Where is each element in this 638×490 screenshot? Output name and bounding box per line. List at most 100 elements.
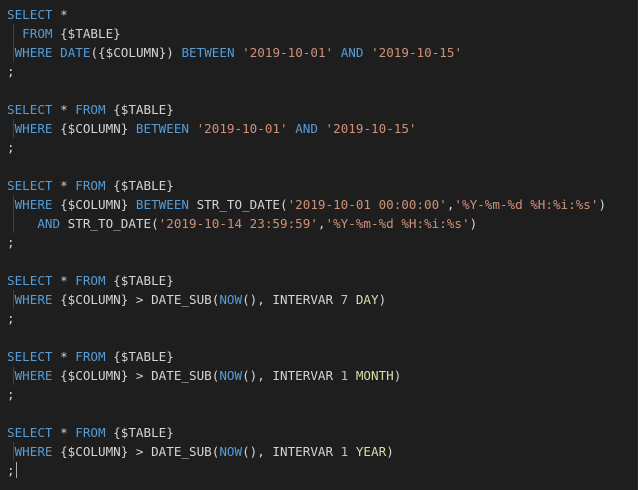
code-token-text: ) bbox=[378, 292, 387, 307]
code-token-text: * bbox=[52, 102, 76, 117]
code-token-function: MONTH bbox=[355, 368, 394, 383]
code-token-text: ; bbox=[7, 140, 15, 155]
code-line[interactable]: ; bbox=[7, 233, 606, 252]
text-cursor bbox=[15, 462, 17, 478]
code-token-text: STR_TO_DATE( bbox=[60, 216, 159, 231]
code-token-text: {$COLUMN} > DATE_SUB( bbox=[52, 368, 220, 383]
code-token-keyword: AND bbox=[37, 216, 61, 231]
code-line[interactable]: SELECT * bbox=[7, 5, 606, 24]
code-token-string: '2019-10-14 23:59:59' bbox=[158, 216, 318, 231]
code-token-text: ) bbox=[386, 444, 394, 459]
code-token-keyword: FROM bbox=[75, 349, 106, 364]
code-token-keyword: SELECT bbox=[7, 273, 53, 288]
code-line[interactable]: ​ bbox=[7, 328, 606, 347]
indent-guide bbox=[13, 442, 14, 461]
code-line[interactable]: SELECT * FROM {$TABLE} bbox=[7, 271, 606, 290]
code-token-keyword: SELECT bbox=[7, 102, 53, 117]
code-token-keyword: SELECT bbox=[7, 178, 53, 193]
code-line[interactable]: WHERE {$COLUMN} > DATE_SUB(NOW(), INTERV… bbox=[7, 442, 606, 461]
code-token-keyword: NOW bbox=[219, 292, 243, 307]
code-token-text: ; bbox=[7, 311, 15, 326]
indent-guide bbox=[13, 195, 14, 214]
code-token-string: '2019-10-15' bbox=[371, 45, 463, 60]
code-token-keyword: AND bbox=[295, 121, 318, 136]
code-token-keyword: NOW bbox=[219, 368, 243, 383]
code-token-keyword: SELECT bbox=[7, 7, 53, 22]
code-line[interactable]: ; bbox=[7, 461, 606, 480]
code-line[interactable]: ; bbox=[7, 62, 606, 81]
code-token-text: {$TABLE} bbox=[52, 26, 121, 41]
code-token-keyword: BETWEEN bbox=[135, 197, 189, 212]
indent-guide bbox=[13, 290, 14, 309]
code-token-text: * bbox=[52, 178, 76, 193]
code-token-text: ; bbox=[7, 64, 15, 79]
code-line[interactable]: SELECT * FROM {$TABLE} bbox=[7, 347, 606, 366]
code-token-text: * bbox=[52, 273, 76, 288]
indent-guide bbox=[13, 214, 14, 233]
code-token-text: ) bbox=[469, 216, 478, 231]
code-token-text: , bbox=[317, 216, 326, 231]
code-token-text: * bbox=[52, 7, 68, 22]
code-token-keyword: WHERE bbox=[14, 292, 53, 307]
code-token-text: ({$COLUMN}) bbox=[90, 45, 182, 60]
code-line[interactable]: WHERE {$COLUMN} > DATE_SUB(NOW(), INTERV… bbox=[7, 290, 606, 309]
code-token-keyword: FROM bbox=[75, 425, 106, 440]
code-line[interactable]: WHERE {$COLUMN} BETWEEN STR_TO_DATE('201… bbox=[7, 195, 606, 214]
code-token-text: ; bbox=[7, 387, 15, 402]
code-token-text: (), INTERVAR bbox=[242, 368, 341, 383]
code-token-keyword: SELECT bbox=[7, 349, 53, 364]
code-line[interactable]: WHERE {$COLUMN} BETWEEN '2019-10-01' AND… bbox=[7, 119, 606, 138]
code-token-function: DAY bbox=[355, 292, 379, 307]
code-token-keyword: WHERE bbox=[14, 121, 53, 136]
code-line[interactable]: SELECT * FROM {$TABLE} bbox=[7, 423, 606, 442]
code-line[interactable]: ​ bbox=[7, 81, 606, 100]
code-area[interactable]: SELECT * FROM {$TABLE} WHERE DATE({$COLU… bbox=[7, 5, 606, 480]
code-token-string: '2019-10-01' bbox=[196, 121, 288, 136]
code-line[interactable]: ​ bbox=[7, 404, 606, 423]
code-token-text: {$TABLE} bbox=[105, 102, 174, 117]
code-token-keyword: BETWEEN bbox=[135, 121, 189, 136]
code-line[interactable]: ; bbox=[7, 138, 606, 157]
code-token-keyword: AND bbox=[340, 45, 364, 60]
code-token-keyword: FROM bbox=[75, 273, 106, 288]
code-line[interactable]: ; bbox=[7, 385, 606, 404]
code-token-text: ; bbox=[7, 235, 15, 250]
code-line[interactable]: ; bbox=[7, 309, 606, 328]
code-token-keyword: NOW bbox=[219, 444, 243, 459]
code-line[interactable]: ​ bbox=[7, 157, 606, 176]
code-token-keyword: DATE bbox=[60, 45, 91, 60]
code-token-function: YEAR bbox=[355, 444, 387, 459]
code-token-keyword: WHERE bbox=[14, 444, 53, 459]
code-token-text: {$COLUMN} > DATE_SUB( bbox=[52, 292, 220, 307]
code-token-text: * bbox=[52, 349, 76, 364]
code-token-text: {$COLUMN} bbox=[52, 121, 136, 136]
code-token-string: '%Y-%m-%d %H:%i:%s' bbox=[325, 216, 470, 231]
code-token-string: '%Y-%m-%d %H:%i:%s' bbox=[454, 197, 599, 212]
code-token-string: '2019-10-01' bbox=[242, 45, 334, 60]
code-token-text: STR_TO_DATE( bbox=[189, 197, 288, 212]
code-token-text: {$TABLE} bbox=[105, 349, 174, 364]
code-token-string: '2019-10-15' bbox=[325, 121, 417, 136]
code-editor[interactable]: SELECT * FROM {$TABLE} WHERE DATE({$COLU… bbox=[0, 0, 638, 490]
code-line[interactable]: FROM {$TABLE} bbox=[7, 24, 606, 43]
code-line[interactable]: WHERE DATE({$COLUMN}) BETWEEN '2019-10-0… bbox=[7, 43, 606, 62]
code-token-text: ) bbox=[393, 368, 402, 383]
code-line[interactable]: SELECT * FROM {$TABLE} bbox=[7, 176, 606, 195]
indent-guide bbox=[13, 43, 14, 62]
code-token-text: {$COLUMN} > DATE_SUB( bbox=[52, 444, 220, 459]
code-line[interactable]: ​ bbox=[7, 252, 606, 271]
code-line[interactable]: AND STR_TO_DATE('2019-10-14 23:59:59','%… bbox=[7, 214, 606, 233]
code-token-keyword: FROM bbox=[75, 102, 106, 117]
code-line[interactable]: SELECT * FROM {$TABLE} bbox=[7, 100, 606, 119]
code-line[interactable]: WHERE {$COLUMN} > DATE_SUB(NOW(), INTERV… bbox=[7, 366, 606, 385]
code-token-keyword: WHERE bbox=[14, 197, 53, 212]
